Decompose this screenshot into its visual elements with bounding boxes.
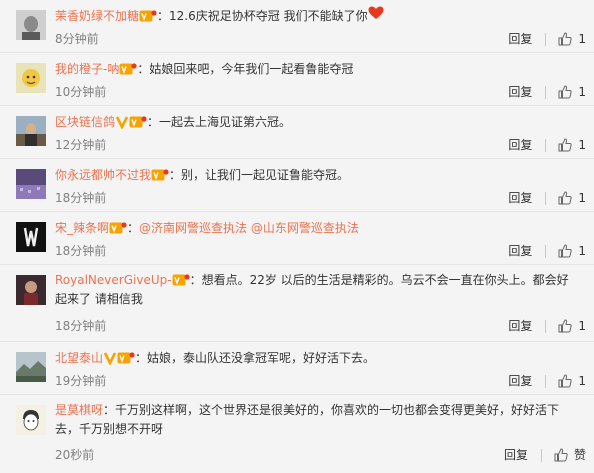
like-button[interactable]: 1 <box>558 137 586 153</box>
avatar[interactable] <box>16 169 46 199</box>
like-button[interactable]: 1 <box>558 190 586 206</box>
thumbs-up-icon <box>558 374 573 388</box>
list-item: 是莫棋呀：千万别这样啊，这个世界还是很美好的，你喜欢的一切也都会变得更美好，好好… <box>0 395 594 473</box>
colon: ： <box>103 403 116 417</box>
heart-icon <box>368 6 384 26</box>
like-count: 1 <box>578 319 586 333</box>
colon: ： <box>169 168 182 182</box>
thumbs-up-icon <box>558 244 573 258</box>
colon: ： <box>189 273 202 287</box>
vip-icon[interactable] <box>151 168 169 182</box>
comment-text: 12.6庆祝足协杯夺冠 我们不能缺了你 <box>169 9 368 23</box>
avatar[interactable] <box>16 222 46 252</box>
comment-time: 18分钟前 <box>55 244 107 258</box>
thumbs-up-icon <box>558 32 573 46</box>
like-button[interactable]: 赞 <box>554 447 586 463</box>
avatar[interactable] <box>16 275 46 305</box>
like-label: 赞 <box>573 448 586 462</box>
like-button[interactable]: 1 <box>558 31 586 47</box>
username[interactable]: 我的橙子-呐 <box>55 62 119 76</box>
vip-icon[interactable] <box>139 9 157 23</box>
reply-button[interactable]: 回复 <box>508 84 545 100</box>
divider <box>545 319 547 333</box>
comment-text: 别，让我们一起见证鲁能夺冠。 <box>181 168 350 182</box>
comment-time: 10分钟前 <box>55 85 107 99</box>
like-count: 1 <box>578 32 586 46</box>
list-item: 宋_辣条啊 ：@济南网警巡查执法 @山东网警巡查执法 18分钟前 回复 1 <box>0 212 594 265</box>
like-button[interactable]: 1 <box>558 373 586 389</box>
divider <box>545 244 547 258</box>
like-button[interactable]: 1 <box>558 318 586 334</box>
username[interactable]: 宋_辣条啊 <box>55 221 109 235</box>
reply-button[interactable]: 回复 <box>508 190 545 206</box>
divider <box>545 138 547 152</box>
comment-time: 8分钟前 <box>55 32 99 46</box>
mention-link[interactable]: @山东网警巡查执法 <box>251 221 359 235</box>
thumbs-up-icon <box>554 448 568 462</box>
username[interactable]: 是莫棋呀 <box>55 403 103 417</box>
colon: ： <box>137 62 150 76</box>
vip-icon[interactable] <box>119 62 137 76</box>
list-item: 区块链信鸽 ：一起去上海见证第六冠。 12分钟前 回复 1 <box>0 106 594 159</box>
reply-button[interactable]: 回复 <box>508 373 545 389</box>
thumbs-up-icon <box>558 85 573 99</box>
divider <box>545 374 547 388</box>
list-item: RoyalNeverGiveUp- ：想看点。22岁 以后的生活是精彩的。乌云不会… <box>0 265 594 342</box>
avatar[interactable] <box>16 116 46 146</box>
comment-time: 18分钟前 <box>55 319 107 333</box>
avatar[interactable] <box>16 352 46 382</box>
reply-button[interactable]: 回复 <box>508 31 545 47</box>
comment-time: 20秒前 <box>55 448 95 462</box>
username[interactable]: 区块链信鸽 <box>55 115 115 129</box>
thumbs-up-icon <box>558 319 573 333</box>
divider <box>545 32 547 46</box>
comment-text: 姑娘回来吧，今年我们一起看鲁能夺冠 <box>149 62 354 76</box>
username[interactable]: 北望泰山 <box>55 351 103 365</box>
comment-text: 一起去上海见证第六冠。 <box>159 115 292 129</box>
like-count: 1 <box>578 191 586 205</box>
comment-time: 18分钟前 <box>55 191 107 205</box>
vip-icon[interactable] <box>117 351 135 365</box>
comment-text: 姑娘，泰山队还没拿冠军呢，好好活下去。 <box>147 351 376 365</box>
vip-icon[interactable] <box>129 115 147 129</box>
reply-button[interactable]: 回复 <box>508 137 545 153</box>
list-item: 你永远都帅不过我 ：别，让我们一起见证鲁能夺冠。 18分钟前 回复 1 <box>0 159 594 212</box>
username[interactable]: 茉香奶绿不加糖 <box>55 9 139 23</box>
avatar[interactable] <box>16 405 46 435</box>
username[interactable]: RoyalNeverGiveUp- <box>55 273 172 287</box>
verified-v-icon[interactable] <box>115 115 129 129</box>
like-count: 1 <box>578 138 586 152</box>
colon: ： <box>135 351 148 365</box>
thumbs-up-icon <box>558 138 573 152</box>
colon: ： <box>127 221 140 235</box>
reply-button[interactable]: 回复 <box>508 243 545 259</box>
mention-link[interactable]: @济南网警巡查执法 <box>139 221 247 235</box>
vip-icon[interactable] <box>172 273 190 287</box>
list-item: 我的橙子-呐 ：姑娘回来吧，今年我们一起看鲁能夺冠 10分钟前 回复 1 <box>0 53 594 106</box>
verified-v-icon[interactable] <box>103 351 117 365</box>
list-item: 茉香奶绿不加糖 ：12.6庆祝足协杯夺冠 我们不能缺了你 8分钟前 回复 1 <box>0 0 594 53</box>
colon: ： <box>157 9 170 23</box>
like-count: 1 <box>578 85 586 99</box>
divider <box>540 448 542 462</box>
comment-text: 千万别这样啊，这个世界还是很美好的，你喜欢的一切也都会变得更美好，好好活下去，千… <box>55 403 560 436</box>
comment-list: 茉香奶绿不加糖 ：12.6庆祝足协杯夺冠 我们不能缺了你 8分钟前 回复 1 我的… <box>0 0 594 473</box>
comment-time: 12分钟前 <box>55 138 107 152</box>
thumbs-up-icon <box>558 191 573 205</box>
list-item: 北望泰山 ：姑娘，泰山队还没拿冠军呢，好好活下去。 19分钟前 回复 1 <box>0 342 594 395</box>
username[interactable]: 你永远都帅不过我 <box>55 168 151 182</box>
avatar[interactable] <box>16 10 46 40</box>
divider <box>545 85 547 99</box>
like-count: 1 <box>578 374 586 388</box>
colon: ： <box>147 115 160 129</box>
like-count: 1 <box>578 244 586 258</box>
like-button[interactable]: 1 <box>558 243 586 259</box>
reply-button[interactable]: 回复 <box>504 447 541 463</box>
divider <box>545 191 547 205</box>
comment-time: 19分钟前 <box>55 374 107 388</box>
vip-icon[interactable] <box>109 221 127 235</box>
avatar[interactable] <box>16 63 46 93</box>
like-button[interactable]: 1 <box>558 84 586 100</box>
reply-button[interactable]: 回复 <box>508 318 545 334</box>
